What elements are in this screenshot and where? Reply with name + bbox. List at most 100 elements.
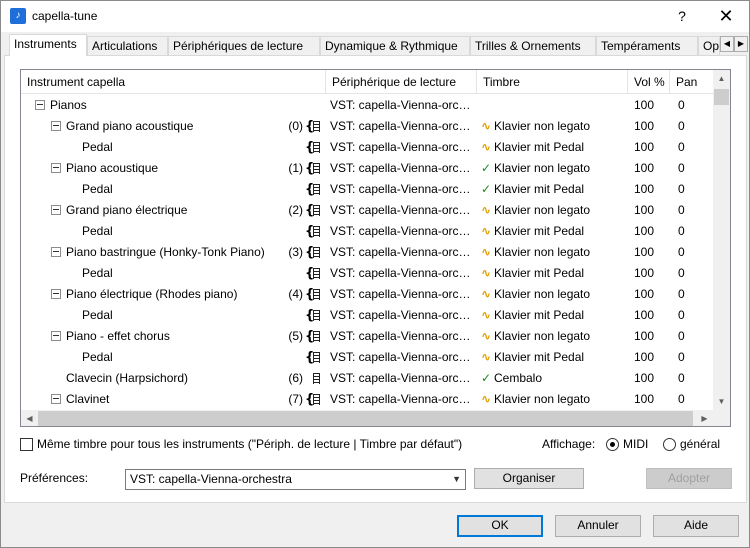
- timbre-cell[interactable]: Klavier non legato: [494, 389, 626, 410]
- display-midi-label[interactable]: MIDI: [623, 437, 648, 451]
- table-row[interactable]: Pedal{VST: capella-Vienna-orchestra∿Klav…: [21, 305, 714, 326]
- volume-cell[interactable]: 100: [634, 137, 654, 158]
- table-row[interactable]: Pedal{VST: capella-Vienna-orchestra∿Klav…: [21, 263, 714, 284]
- volume-cell[interactable]: 100: [634, 326, 654, 347]
- device-cell[interactable]: VST: capella-Vienna-orchestra: [330, 326, 475, 347]
- volume-cell[interactable]: 100: [634, 284, 654, 305]
- tab-scroll-right-icon[interactable]: ▶: [734, 36, 748, 52]
- timbre-cell[interactable]: Klavier mit Pedal: [494, 137, 626, 158]
- timbre-cell[interactable]: Klavier mit Pedal: [494, 179, 626, 200]
- collapse-icon[interactable]: [51, 394, 61, 404]
- collapse-icon[interactable]: [35, 100, 45, 110]
- timbre-cell[interactable]: Klavier mit Pedal: [494, 347, 626, 368]
- display-general-label[interactable]: général: [680, 437, 720, 451]
- tab-playback-devices[interactable]: Périphériques de lecture: [168, 36, 320, 55]
- same-timbre-checkbox[interactable]: [20, 438, 33, 451]
- device-cell[interactable]: VST: capella-Vienna-orchestra: [330, 347, 475, 368]
- device-cell[interactable]: VST: capella-Vienna-orchestra: [330, 179, 475, 200]
- collapse-icon[interactable]: [51, 289, 61, 299]
- pan-cell[interactable]: 0: [678, 116, 685, 137]
- help-button[interactable]: Aide: [653, 515, 739, 537]
- timbre-cell[interactable]: Klavier non legato: [494, 326, 626, 347]
- organize-button[interactable]: Organiser: [474, 468, 584, 489]
- table-row[interactable]: Grand piano électrique (2){VST: capella-V…: [21, 200, 714, 221]
- display-midi-radio[interactable]: [606, 438, 619, 451]
- timbre-cell[interactable]: Klavier mit Pedal: [494, 305, 626, 326]
- pan-cell[interactable]: 0: [678, 200, 685, 221]
- volume-cell[interactable]: 100: [634, 347, 654, 368]
- timbre-cell[interactable]: Klavier non legato: [494, 242, 626, 263]
- timbre-cell[interactable]: Klavier non legato: [494, 284, 626, 305]
- scroll-right-icon[interactable]: ▶: [696, 410, 713, 426]
- horizontal-scroll-thumb[interactable]: [38, 411, 693, 426]
- ok-button[interactable]: OK: [457, 515, 543, 537]
- display-general-radio[interactable]: [663, 438, 676, 451]
- collapse-icon[interactable]: [51, 205, 61, 215]
- preferences-select[interactable]: VST: capella-Vienna-orchestra ▼: [125, 469, 466, 490]
- collapse-icon[interactable]: [51, 163, 61, 173]
- column-header-device[interactable]: Périphérique de lecture: [326, 70, 477, 94]
- pan-cell[interactable]: 0: [678, 284, 685, 305]
- scroll-up-icon[interactable]: ▲: [713, 70, 730, 87]
- pan-cell[interactable]: 0: [678, 305, 685, 326]
- volume-cell[interactable]: 100: [634, 179, 654, 200]
- tab-scroll-left-icon[interactable]: ◀: [720, 36, 734, 52]
- vertical-scroll-thumb[interactable]: [714, 89, 729, 105]
- volume-cell[interactable]: 100: [634, 242, 654, 263]
- pan-cell[interactable]: 0: [678, 368, 685, 389]
- device-cell[interactable]: VST: capella-Vienna-orchestra: [330, 221, 475, 242]
- device-cell[interactable]: VST: capella-Vienna-orchestra: [330, 263, 475, 284]
- volume-cell[interactable]: 100: [634, 116, 654, 137]
- device-cell[interactable]: VST: capella-Vienna-orchestra: [330, 389, 475, 410]
- tab-instruments[interactable]: Instruments: [9, 34, 87, 56]
- table-row[interactable]: Piano électrique (Rhodes piano) (4){VST: …: [21, 284, 714, 305]
- table-row[interactable]: Grand piano acoustique (0){VST: capella-V…: [21, 116, 714, 137]
- table-row[interactable]: Pedal{VST: capella-Vienna-orchestra∿Klav…: [21, 137, 714, 158]
- device-cell[interactable]: VST: capella-Vienna-orchestra: [330, 158, 475, 179]
- volume-cell[interactable]: 100: [634, 368, 654, 389]
- tab-options[interactable]: Op: [698, 36, 720, 55]
- column-header-pan[interactable]: Pan: [670, 70, 714, 94]
- table-row[interactable]: Pedal{VST: capella-Vienna-orchestra∿Klav…: [21, 347, 714, 368]
- volume-cell[interactable]: 100: [634, 200, 654, 221]
- pan-cell[interactable]: 0: [678, 137, 685, 158]
- volume-cell[interactable]: 100: [634, 389, 654, 410]
- timbre-cell[interactable]: Klavier non legato: [494, 158, 626, 179]
- table-row[interactable]: Clavecin (Harpsichord) (6) VST: capella-Vi…: [21, 368, 714, 389]
- device-cell[interactable]: VST: capella-Vienna-orchestra: [330, 116, 475, 137]
- pan-cell[interactable]: 0: [678, 95, 685, 116]
- table-row[interactable]: Piano acoustique (1){VST: capella-Vienna-…: [21, 158, 714, 179]
- device-cell[interactable]: VST: capella-Vienna-orchestra: [330, 200, 475, 221]
- timbre-cell[interactable]: Klavier non legato: [494, 116, 626, 137]
- pan-cell[interactable]: 0: [678, 326, 685, 347]
- help-title-button[interactable]: ?: [669, 5, 695, 27]
- same-timbre-label[interactable]: Même timbre pour tous les instruments ("…: [37, 437, 462, 451]
- tab-trills-ornaments[interactable]: Trilles & Ornements: [470, 36, 596, 55]
- adopt-button[interactable]: Adopter: [646, 468, 732, 489]
- volume-cell[interactable]: 100: [634, 305, 654, 326]
- device-cell[interactable]: VST: capella-Vienna-orchestra: [330, 95, 475, 116]
- volume-cell[interactable]: 100: [634, 158, 654, 179]
- collapse-icon[interactable]: [51, 331, 61, 341]
- cancel-button[interactable]: Annuler: [555, 515, 641, 537]
- volume-cell[interactable]: 100: [634, 263, 654, 284]
- table-row[interactable]: Piano - effet chorus (5){VST: capella-Vie…: [21, 326, 714, 347]
- table-row[interactable]: Pedal{VST: capella-Vienna-orchestra∿Klav…: [21, 221, 714, 242]
- tab-temperaments[interactable]: Tempéraments: [596, 36, 698, 55]
- column-header-instrument[interactable]: Instrument capella: [21, 70, 326, 94]
- pan-cell[interactable]: 0: [678, 179, 685, 200]
- volume-cell[interactable]: 100: [634, 95, 654, 116]
- column-header-volume[interactable]: Vol %: [628, 70, 670, 94]
- scroll-down-icon[interactable]: ▼: [713, 393, 730, 410]
- horizontal-scrollbar[interactable]: ◀ ▶: [21, 410, 713, 426]
- close-button[interactable]: ✕: [711, 5, 741, 27]
- table-row[interactable]: Pedal{VST: capella-Vienna-orchestra✓Klav…: [21, 179, 714, 200]
- device-cell[interactable]: VST: capella-Vienna-orchestra: [330, 284, 475, 305]
- device-cell[interactable]: VST: capella-Vienna-orchestra: [330, 368, 475, 389]
- collapse-icon[interactable]: [51, 247, 61, 257]
- device-cell[interactable]: VST: capella-Vienna-orchestra: [330, 137, 475, 158]
- pan-cell[interactable]: 0: [678, 242, 685, 263]
- vertical-scrollbar[interactable]: ▲ ▼: [713, 70, 730, 410]
- device-cell[interactable]: VST: capella-Vienna-orchestra: [330, 305, 475, 326]
- timbre-cell[interactable]: Klavier non legato: [494, 200, 626, 221]
